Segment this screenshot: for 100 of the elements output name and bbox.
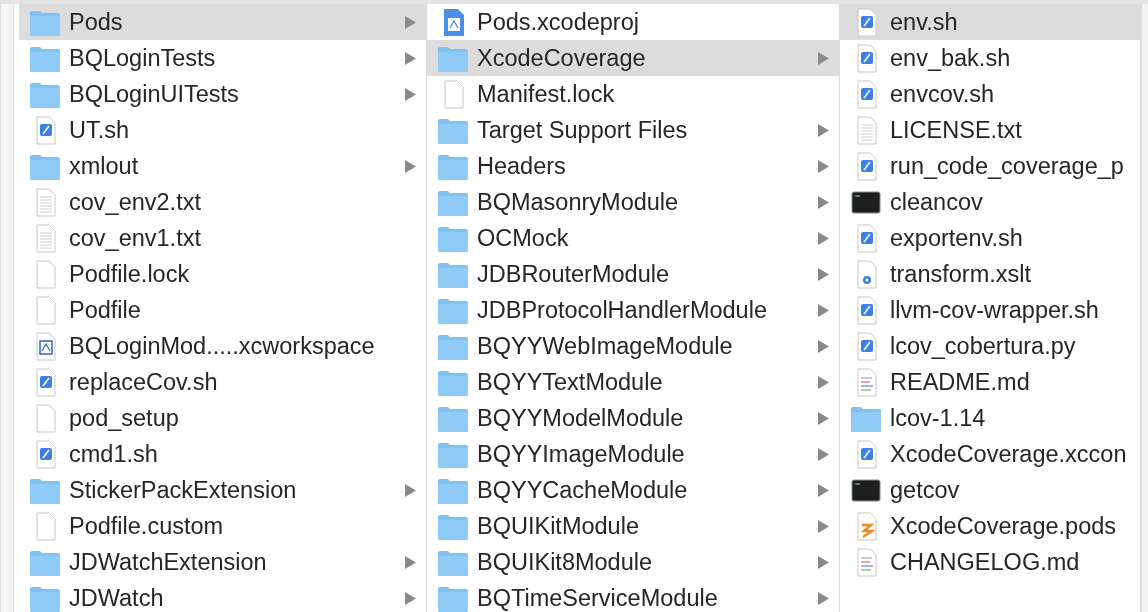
- file-row[interactable]: cmd1.sh: [19, 436, 426, 472]
- file-row[interactable]: OCMock: [427, 220, 839, 256]
- file-row[interactable]: CHANGELOG.md: [840, 544, 1140, 580]
- file-name: Podfile.lock: [69, 260, 191, 288]
- file-name: xmlout: [69, 152, 140, 180]
- file-name: BQYYWebImageModule: [477, 332, 734, 360]
- file-name: cleancov: [890, 188, 984, 216]
- file-row[interactable]: exportenv.sh: [840, 220, 1140, 256]
- file-name: BQLoginTests: [69, 44, 217, 72]
- file-row[interactable]: BQYYWebImageModule: [427, 328, 839, 364]
- file-name: envcov.sh: [890, 80, 996, 108]
- file-name: BQLoginUITests: [69, 80, 240, 108]
- file-name: CHANGELOG.md: [890, 548, 1081, 576]
- file-row[interactable]: JDBProtocolHandlerModule: [427, 292, 839, 328]
- file-row[interactable]: BQYYCacheModule: [427, 472, 839, 508]
- file-name: pod_setup: [69, 404, 180, 432]
- file-row[interactable]: JDBRouterModule: [427, 256, 839, 292]
- file-name: BQYYImageModule: [477, 440, 686, 468]
- file-name: BQLoginMod.....xcworkspace: [69, 332, 376, 360]
- file-name: LICENSE.txt: [890, 116, 1023, 144]
- file-row[interactable]: BQUIKit8Module: [427, 544, 839, 580]
- file-name: JDWatchExtension: [69, 548, 268, 576]
- file-name: cov_env2.txt: [69, 188, 202, 216]
- file-name: BQYYCacheModule: [477, 476, 689, 504]
- file-row[interactable]: replaceCov.sh: [19, 364, 426, 400]
- file-row[interactable]: XcodeCoverage.pods: [840, 508, 1140, 544]
- file-name: JDBProtocolHandlerModule: [477, 296, 768, 324]
- file-row[interactable]: Headers: [427, 148, 839, 184]
- file-name: lcov-1.14: [890, 404, 987, 432]
- file-row[interactable]: JDWatch: [19, 580, 426, 612]
- file-row[interactable]: cleancov: [840, 184, 1140, 220]
- file-name: UT.sh: [69, 116, 131, 144]
- file-name: StickerPackExtension: [69, 476, 298, 504]
- file-name: OCMock: [477, 224, 570, 252]
- file-name: BQTimeServiceModule: [477, 584, 719, 612]
- file-row[interactable]: pod_setup: [19, 400, 426, 436]
- file-name: Headers: [477, 152, 567, 180]
- file-row[interactable]: transform.xslt: [840, 256, 1140, 292]
- file-row[interactable]: JDWatchExtension: [19, 544, 426, 580]
- file-name: lcov_cobertura.py: [890, 332, 1077, 360]
- file-name: README.md: [890, 368, 1031, 396]
- file-row[interactable]: Manifest.lock: [427, 76, 839, 112]
- file-row[interactable]: StickerPackExtension: [19, 472, 426, 508]
- file-row[interactable]: Target Support Files: [427, 112, 839, 148]
- file-name: JDWatch: [69, 584, 165, 612]
- file-row[interactable]: BQLoginMod.....xcworkspace: [19, 328, 426, 364]
- file-row[interactable]: cov_env2.txt: [19, 184, 426, 220]
- file-name: BQUIKitModule: [477, 512, 640, 540]
- file-row[interactable]: LICENSE.txt: [840, 112, 1140, 148]
- file-name: exportenv.sh: [890, 224, 1024, 252]
- file-name: Podfile.custom: [69, 512, 225, 540]
- file-row[interactable]: env_bak.sh: [840, 40, 1140, 76]
- file-row[interactable]: BQMasonryModule: [427, 184, 839, 220]
- file-row[interactable]: env.sh: [840, 4, 1140, 40]
- file-row[interactable]: BQLoginTests: [19, 40, 426, 76]
- file-name: Manifest.lock: [477, 80, 616, 108]
- file-row[interactable]: cov_env1.txt: [19, 220, 426, 256]
- file-name: cmd1.sh: [69, 440, 159, 468]
- file-name: BQMasonryModule: [477, 188, 680, 216]
- file-name: replaceCov.sh: [69, 368, 219, 396]
- file-row[interactable]: Pods: [19, 4, 426, 40]
- file-name: cov_env1.txt: [69, 224, 202, 252]
- file-row[interactable]: envcov.sh: [840, 76, 1140, 112]
- file-name: JDBRouterModule: [477, 260, 670, 288]
- file-name: XcodeCoverage: [477, 44, 647, 72]
- file-row[interactable]: BQYYModelModule: [427, 400, 839, 436]
- file-row[interactable]: XcodeCoverage: [427, 40, 839, 76]
- file-row[interactable]: lcov-1.14: [840, 400, 1140, 436]
- file-name: llvm-cov-wrapper.sh: [890, 296, 1100, 324]
- file-row[interactable]: xmlout: [19, 148, 426, 184]
- file-name: env.sh: [890, 8, 959, 36]
- file-name: Pods: [69, 8, 124, 36]
- file-row[interactable]: Pods.xcodeproj: [427, 4, 839, 40]
- file-row[interactable]: lcov_cobertura.py: [840, 328, 1140, 364]
- file-row[interactable]: getcov: [840, 472, 1140, 508]
- file-name: Pods.xcodeproj: [477, 8, 640, 36]
- file-row[interactable]: BQYYTextModule: [427, 364, 839, 400]
- file-row[interactable]: UT.sh: [19, 112, 426, 148]
- file-name: XcodeCoverage.xccon: [890, 440, 1128, 468]
- file-name: run_code_coverage_p: [890, 152, 1125, 180]
- file-name: BQYYTextModule: [477, 368, 664, 396]
- file-row[interactable]: run_code_coverage_p: [840, 148, 1140, 184]
- file-name: Target Support Files: [477, 116, 689, 144]
- file-name: XcodeCoverage.pods: [890, 512, 1117, 540]
- file-name: env_bak.sh: [890, 44, 1012, 72]
- file-row[interactable]: BQUIKitModule: [427, 508, 839, 544]
- file-name: Podfile: [69, 296, 142, 324]
- file-row[interactable]: llvm-cov-wrapper.sh: [840, 292, 1140, 328]
- file-row[interactable]: BQYYImageModule: [427, 436, 839, 472]
- file-row[interactable]: XcodeCoverage.xccon: [840, 436, 1140, 472]
- file-name: transform.xslt: [890, 260, 1033, 288]
- file-row[interactable]: Podfile.lock: [19, 256, 426, 292]
- file-row[interactable]: Podfile: [19, 292, 426, 328]
- file-name: getcov: [890, 476, 961, 504]
- file-row[interactable]: Podfile.custom: [19, 508, 426, 544]
- file-name: BQYYModelModule: [477, 404, 685, 432]
- file-row[interactable]: BQTimeServiceModule: [427, 580, 839, 612]
- file-row[interactable]: BQLoginUITests: [19, 76, 426, 112]
- file-row[interactable]: README.md: [840, 364, 1140, 400]
- file-name: BQUIKit8Module: [477, 548, 654, 576]
